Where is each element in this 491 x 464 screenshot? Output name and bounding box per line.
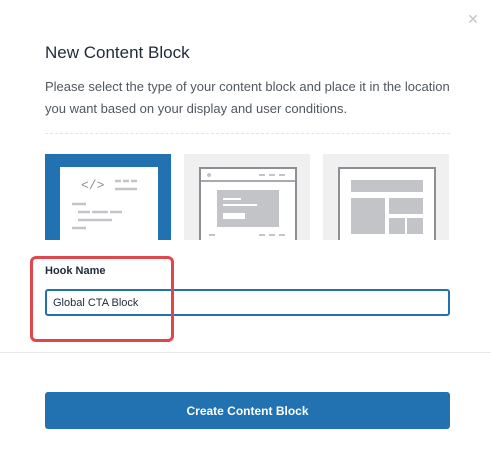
svg-text:</>: </> bbox=[81, 178, 105, 193]
footer-divider bbox=[0, 352, 491, 353]
close-icon[interactable]: ✕ bbox=[466, 12, 480, 26]
popup-block-preview bbox=[199, 167, 297, 240]
code-block-preview: </> bbox=[60, 167, 158, 240]
block-type-popup-card[interactable] bbox=[184, 154, 310, 240]
code-block-icon: </> bbox=[72, 178, 137, 230]
dashed-divider bbox=[45, 133, 450, 134]
layout-block-preview bbox=[338, 167, 436, 240]
hook-name-input[interactable] bbox=[45, 289, 450, 316]
new-content-block-modal: ✕ New Content Block Please select the ty… bbox=[0, 0, 491, 464]
hook-name-label: Hook Name bbox=[45, 265, 106, 277]
modal-title: New Content Block bbox=[45, 43, 190, 62]
modal-description: Please select the type of your content b… bbox=[45, 79, 450, 116]
page-layout-block-icon bbox=[351, 180, 423, 234]
create-content-block-button[interactable]: Create Content Block bbox=[45, 392, 450, 429]
block-type-code-card[interactable]: </> bbox=[45, 154, 171, 240]
popup-block-icon bbox=[201, 173, 295, 236]
block-type-layout-card[interactable] bbox=[323, 154, 449, 240]
